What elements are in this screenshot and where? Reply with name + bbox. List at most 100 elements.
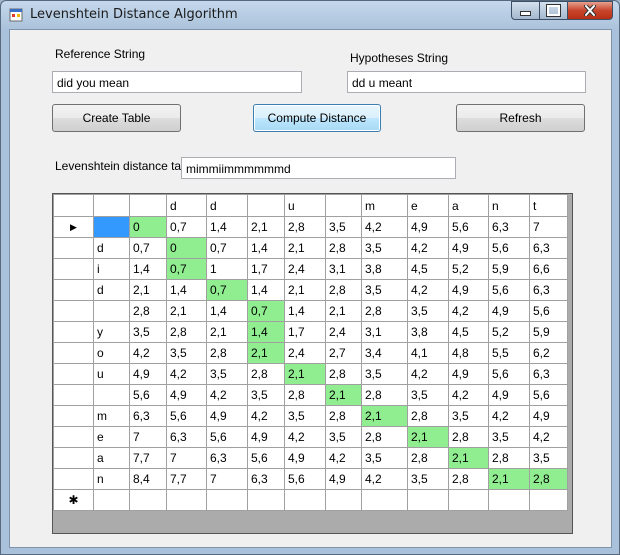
distance-cell[interactable]: 5,6 (129, 384, 167, 406)
distance-cell[interactable]: 4,9 (206, 405, 248, 427)
distance-cell[interactable]: 2,1 (129, 279, 167, 301)
distance-cell[interactable]: 2,1 (284, 279, 326, 301)
row-header[interactable] (53, 426, 94, 448)
distance-cell[interactable]: 3,5 (361, 447, 408, 469)
distance-cell[interactable]: 2,8 (325, 363, 362, 385)
distance-cell[interactable]: 3,1 (325, 258, 362, 280)
column-header[interactable]: u (284, 194, 326, 217)
reference-string-input[interactable]: did you mean (52, 71, 302, 93)
distance-cell[interactable]: 5,6 (284, 468, 326, 490)
column-header[interactable]: e (407, 194, 449, 217)
row-header[interactable] (53, 384, 94, 406)
row-label-cell[interactable] (93, 216, 130, 238)
distance-cell[interactable]: 2,8 (325, 279, 362, 301)
distance-cell[interactable]: 3,5 (325, 216, 362, 238)
distance-cell[interactable]: 6,3 (129, 405, 167, 427)
distance-cell[interactable]: 2,1 (284, 363, 326, 385)
distance-cell[interactable]: 0 (129, 216, 167, 238)
distance-cell[interactable]: 1,4 (247, 321, 285, 343)
row-header[interactable] (53, 405, 94, 427)
distance-cell[interactable]: 7,7 (129, 447, 167, 469)
distance-cell[interactable]: 1,4 (247, 237, 285, 259)
distance-cell[interactable]: 4,9 (448, 279, 489, 301)
distance-cell[interactable]: 2,8 (284, 384, 326, 406)
distance-cell[interactable]: 4,9 (247, 426, 285, 448)
row-header[interactable] (53, 279, 94, 301)
table-row[interactable]: d 2,1 1,4 0,7 1,4 2,1 2,8 3,5 4,2 4,9 5,6 6,3 (53, 279, 568, 301)
table-row[interactable]: o 4,2 3,5 2,8 2,1 2,4 2,7 3,4 4,1 4,8 5,5 6,2 (53, 342, 568, 364)
new-row-cell[interactable] (247, 489, 285, 511)
distance-cell[interactable]: 4,5 (407, 258, 449, 280)
grid-corner-header[interactable] (53, 194, 94, 217)
distance-cell[interactable]: 4,9 (488, 384, 530, 406)
row-label-cell[interactable]: u (93, 363, 130, 385)
row-label-cell[interactable] (93, 384, 130, 406)
distance-cell[interactable]: 4,9 (407, 216, 449, 238)
column-header[interactable]: a (448, 194, 489, 217)
distance-cell[interactable]: 3,5 (206, 363, 248, 385)
distance-cell[interactable]: 2,4 (325, 321, 362, 343)
distance-cell[interactable]: 7 (129, 426, 167, 448)
distance-cell[interactable]: 4,9 (325, 468, 362, 490)
new-row[interactable]: ✱ (53, 489, 568, 511)
distance-cell[interactable]: 6,3 (488, 216, 530, 238)
distance-cell[interactable]: 3,5 (361, 363, 408, 385)
table-row[interactable]: a 7,7 7 6,3 5,6 4,9 4,2 3,5 2,8 2,1 2,8 3,5 (53, 447, 568, 469)
distance-cell[interactable]: 5,2 (488, 321, 530, 343)
distance-cell[interactable]: 0 (166, 237, 207, 259)
row-label-cell[interactable]: o (93, 342, 130, 364)
refresh-button[interactable]: Refresh (456, 104, 585, 132)
row-header[interactable] (53, 258, 94, 280)
row-header[interactable] (53, 237, 94, 259)
distance-cell[interactable]: 3,5 (166, 342, 207, 364)
row-label-cell[interactable]: e (93, 426, 130, 448)
new-row-cell[interactable] (529, 489, 568, 511)
row-header[interactable] (53, 468, 94, 490)
distance-cell[interactable]: 3,5 (361, 237, 408, 259)
distance-cell[interactable]: 2,4 (284, 342, 326, 364)
distance-cell[interactable]: 2,1 (448, 447, 489, 469)
maximize-button[interactable] (539, 1, 567, 20)
distance-cell[interactable]: 4,9 (448, 237, 489, 259)
distance-cell[interactable]: 2,1 (206, 321, 248, 343)
distance-cell[interactable]: 4,5 (448, 321, 489, 343)
distance-cell[interactable]: 4,2 (529, 426, 568, 448)
table-row[interactable]: u 4,9 4,2 3,5 2,8 2,1 2,8 3,5 4,2 4,9 5,6 6,3 (53, 363, 568, 385)
table-row[interactable]: y 3,5 2,8 2,1 1,4 1,7 2,4 3,1 3,8 4,5 5,2 5,9 (53, 321, 568, 343)
table-row[interactable]: n 8,4 7,7 7 6,3 5,6 4,9 4,2 3,5 2,8 2,1 2,8 (53, 468, 568, 490)
distance-cell[interactable]: 2,8 (407, 447, 449, 469)
table-row[interactable]: ▶ 0 0,7 1,4 2,1 2,8 3,5 4,2 4,9 5,6 6,3 7 (53, 216, 568, 238)
levenshtein-distance-output[interactable]: mimmiimmmmmmd (181, 157, 456, 179)
distance-cell[interactable]: 2,1 (488, 468, 530, 490)
column-header[interactable]: n (488, 194, 530, 217)
distance-cell[interactable]: 4,9 (129, 363, 167, 385)
row-label-cell[interactable]: n (93, 468, 130, 490)
distance-cell[interactable]: 4,2 (407, 237, 449, 259)
distance-table-grid[interactable]: d d u m e a n t ▶ 0 0,7 1,4 2,1 2,8 3,5 4,2 4,9 5,6 6,3 7 d 0… (52, 193, 573, 534)
distance-cell[interactable]: 2,8 (361, 300, 408, 322)
distance-cell[interactable]: 4,9 (284, 447, 326, 469)
distance-cell[interactable]: 5,6 (529, 300, 568, 322)
distance-cell[interactable]: 6,3 (529, 237, 568, 259)
distance-cell[interactable]: 4,2 (361, 468, 408, 490)
distance-cell[interactable]: 5,6 (247, 447, 285, 469)
distance-cell[interactable]: 5,6 (488, 237, 530, 259)
distance-cell[interactable]: 1,7 (284, 321, 326, 343)
table-row[interactable]: m 6,3 5,6 4,9 4,2 3,5 2,8 2,1 2,8 3,5 4,2 4,9 (53, 405, 568, 427)
distance-cell[interactable]: 4,2 (448, 300, 489, 322)
row-header[interactable]: ✱ (53, 489, 94, 511)
distance-cell[interactable]: 3,5 (407, 384, 449, 406)
table-row[interactable]: 5,6 4,9 4,2 3,5 2,8 2,1 2,8 3,5 4,2 4,9 5,6 (53, 384, 568, 406)
distance-cell[interactable]: 2,8 (284, 216, 326, 238)
column-header[interactable]: m (361, 194, 408, 217)
column-header[interactable] (129, 194, 167, 217)
distance-cell[interactable]: 2,8 (206, 342, 248, 364)
row-header[interactable] (53, 321, 94, 343)
table-row[interactable]: e 7 6,3 5,6 4,9 4,2 3,5 2,8 2,1 2,8 3,5 4,2 (53, 426, 568, 448)
distance-cell[interactable]: 3,1 (361, 321, 408, 343)
distance-cell[interactable]: 4,8 (448, 342, 489, 364)
distance-cell[interactable]: 6,3 (529, 363, 568, 385)
distance-cell[interactable]: 3,5 (448, 405, 489, 427)
row-label-cell[interactable]: i (93, 258, 130, 280)
distance-cell[interactable]: 4,9 (166, 384, 207, 406)
